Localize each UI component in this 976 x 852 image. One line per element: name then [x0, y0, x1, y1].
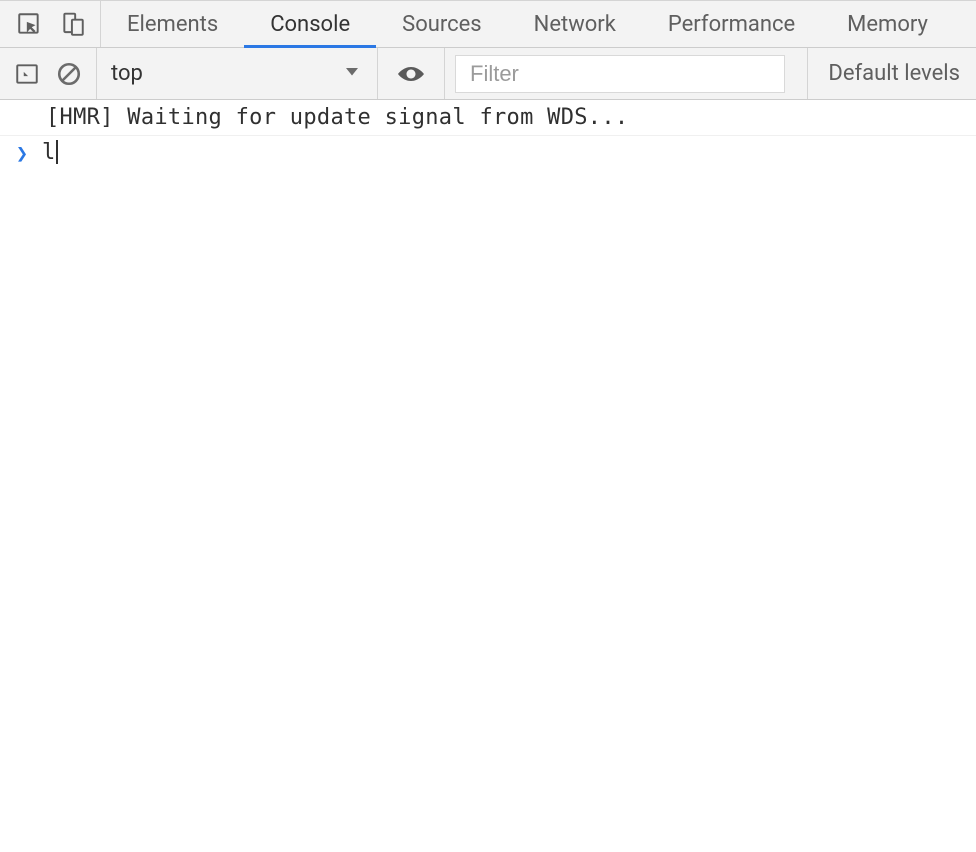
create-live-expression-icon[interactable]: [396, 62, 426, 86]
execution-context-value: top: [111, 61, 143, 86]
device-toolbar-icon[interactable]: [60, 11, 86, 37]
tab-elements[interactable]: Elements: [101, 1, 244, 47]
tab-label: Elements: [127, 12, 218, 37]
console-toolbar: top Default levels: [0, 48, 976, 100]
filter-input[interactable]: [455, 55, 785, 93]
console-input[interactable]: l: [42, 140, 58, 165]
tab-sources[interactable]: Sources: [376, 1, 508, 47]
clear-console-icon[interactable]: [56, 61, 82, 87]
text-cursor: [56, 140, 58, 164]
tab-label: Network: [534, 12, 616, 37]
console-messages: [HMR] Waiting for update signal from WDS…: [0, 100, 976, 169]
tab-label: Console: [270, 12, 350, 37]
tab-bar-left-icons: [0, 1, 101, 47]
log-levels-label: Default levels: [828, 61, 960, 86]
console-input-value: l: [42, 140, 55, 165]
execution-context-select[interactable]: top: [111, 61, 367, 86]
log-levels-select[interactable]: Default levels: [808, 48, 976, 99]
tab-label: Performance: [668, 12, 795, 37]
toggle-console-sidebar-icon[interactable]: [14, 61, 40, 87]
tab-performance[interactable]: Performance: [642, 1, 821, 47]
chevron-down-icon: [343, 61, 361, 86]
tab-network[interactable]: Network: [508, 1, 642, 47]
prompt-chevron-icon: ❯: [16, 141, 28, 165]
devtools-tabs: Elements Console Sources Network Perform…: [101, 1, 954, 47]
tab-label: Sources: [402, 12, 482, 37]
tab-console[interactable]: Console: [244, 1, 376, 47]
live-expression-section: [378, 48, 445, 99]
inspect-element-icon[interactable]: [16, 11, 42, 37]
console-log-message: [HMR] Waiting for update signal from WDS…: [0, 100, 976, 136]
devtools-tab-bar: Elements Console Sources Network Perform…: [0, 0, 976, 48]
tab-label: Memory: [847, 12, 928, 37]
toolbar-left-icons: [0, 48, 97, 99]
tab-memory[interactable]: Memory: [821, 1, 954, 47]
log-text: [HMR] Waiting for update signal from WDS…: [46, 105, 628, 130]
console-prompt[interactable]: ❯ l: [0, 136, 976, 169]
execution-context-section: top: [97, 48, 378, 99]
filter-section: [445, 48, 808, 99]
